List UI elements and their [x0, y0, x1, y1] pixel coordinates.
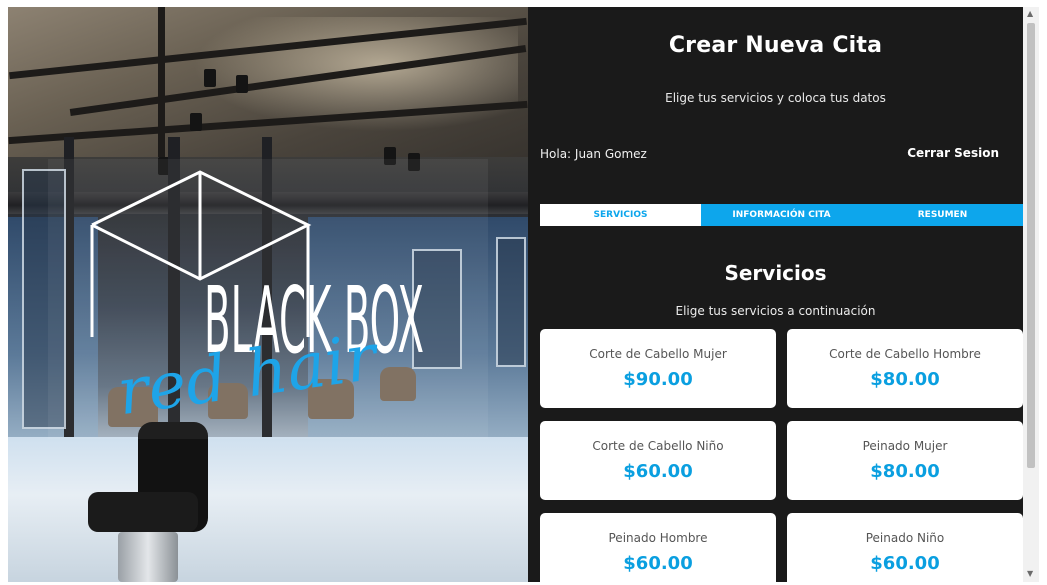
service-name: Peinado Hombre	[608, 531, 708, 545]
service-name: Corte de Cabello Niño	[592, 439, 724, 453]
service-card[interactable]: Corte de Cabello Niño $60.00	[540, 421, 776, 500]
logout-link[interactable]: Cerrar Sesion	[907, 146, 999, 160]
service-card[interactable]: Peinado Hombre $60.00	[540, 513, 776, 582]
services-grid: Corte de Cabello Mujer $90.00 Corte de C…	[540, 329, 1023, 582]
service-card[interactable]: Peinado Mujer $80.00	[787, 421, 1023, 500]
app-frame: BLACK BOX red hair Crear Nueva Cita Elig…	[8, 7, 1039, 582]
services-title: Servicios	[724, 261, 827, 285]
tab-informacion-cita[interactable]: Información Cita	[701, 204, 862, 226]
scrollbar-thumb[interactable]	[1027, 23, 1035, 468]
service-price: $60.00	[623, 461, 693, 482]
vertical-scrollbar[interactable]: ▲ ▼	[1023, 7, 1039, 582]
service-price: $80.00	[870, 369, 940, 390]
service-card[interactable]: Peinado Niño $60.00	[787, 513, 1023, 582]
hero-image: BLACK BOX red hair	[8, 7, 528, 582]
service-card[interactable]: Corte de Cabello Hombre $80.00	[787, 329, 1023, 408]
step-tabs: Servicios Información Cita Resumen	[540, 204, 1023, 226]
service-price: $80.00	[870, 461, 940, 482]
service-name: Peinado Niño	[865, 531, 945, 545]
service-price: $60.00	[870, 553, 940, 574]
service-name: Peinado Mujer	[862, 439, 948, 453]
service-name: Corte de Cabello Mujer	[589, 347, 727, 361]
service-price: $60.00	[623, 553, 693, 574]
black-box-logo: BLACK BOX red hair	[90, 170, 424, 430]
scroll-up-icon[interactable]: ▲	[1027, 10, 1033, 18]
service-price: $90.00	[623, 369, 693, 390]
service-card[interactable]: Corte de Cabello Mujer $90.00	[540, 329, 776, 408]
appointment-panel: Crear Nueva Cita Elige tus servicios y c…	[528, 7, 1023, 582]
tab-resumen[interactable]: Resumen	[862, 204, 1023, 226]
user-greeting: Hola: Juan Gomez	[540, 147, 647, 161]
scroll-down-icon[interactable]: ▼	[1027, 570, 1033, 578]
services-subtitle: Elige tus servicios a continuación	[675, 304, 876, 318]
tab-servicios[interactable]: Servicios	[540, 204, 701, 226]
service-name: Corte de Cabello Hombre	[829, 347, 981, 361]
page-title: Crear Nueva Cita	[668, 33, 883, 58]
page-subtitle: Elige tus servicios y coloca tus datos	[665, 91, 886, 105]
